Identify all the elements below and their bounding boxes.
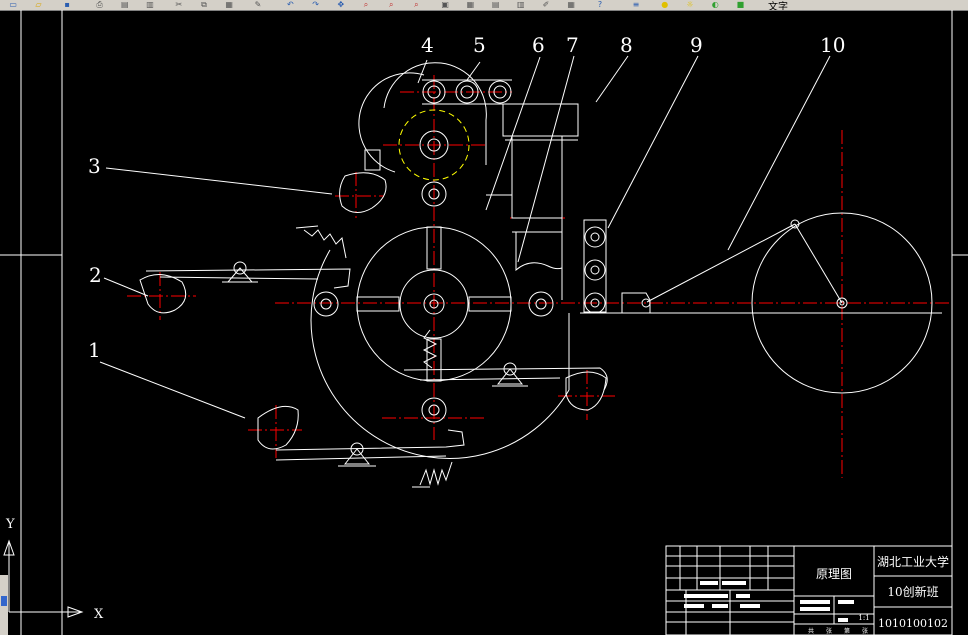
calculator-icon[interactable]: ▦ xyxy=(565,0,577,10)
student-id: 1010100102 xyxy=(878,617,948,630)
design-center-icon[interactable]: ▦ xyxy=(464,0,476,10)
copy-icon[interactable]: ⧉ xyxy=(198,0,210,10)
preview-icon[interactable]: ▤ xyxy=(119,0,131,10)
cut-icon[interactable]: ✂ xyxy=(173,0,185,10)
callout-9: 9 xyxy=(690,33,703,57)
markup-icon[interactable]: ✐ xyxy=(540,0,552,10)
callout-10: 10 xyxy=(820,33,845,57)
zoom-icon[interactable]: ⌕ xyxy=(360,0,372,10)
callout-3: 3 xyxy=(88,154,101,178)
callout-2: 2 xyxy=(89,263,102,287)
publish-icon[interactable]: ▥ xyxy=(144,0,156,10)
bulb-icon[interactable]: ● xyxy=(659,0,671,10)
sun-icon[interactable]: ☼ xyxy=(684,0,696,10)
lock-icon[interactable]: ◐ xyxy=(709,0,721,10)
ucs-y-label: Y xyxy=(5,517,15,532)
scale-value: 1:1 xyxy=(858,614,869,622)
drawing-canvas[interactable]: 1 2 3 4 5 6 7 8 9 10 Y X 原理图 湖北工业大学 10创新… xyxy=(0,10,968,635)
drawing-name: 原理图 xyxy=(816,567,852,581)
footer-cell-3: 第 xyxy=(844,627,850,635)
footer-cell-2: 张 xyxy=(826,627,832,635)
mechanism-geometry xyxy=(99,55,942,488)
print-icon[interactable]: ⎙ xyxy=(94,0,106,10)
class-name: 10创新班 xyxy=(887,584,938,599)
color-swatch-icon[interactable]: ■ xyxy=(734,0,746,10)
footer-cell-4: 张 xyxy=(862,627,868,635)
callout-4: 4 xyxy=(421,33,434,57)
undo-icon[interactable]: ↶ xyxy=(284,0,296,10)
callout-5: 5 xyxy=(473,33,486,57)
left-dock-toolbar[interactable] xyxy=(0,575,8,635)
sheet-set-icon[interactable]: ▥ xyxy=(515,0,527,10)
save-icon[interactable]: ▪ xyxy=(61,0,73,10)
redo-icon[interactable]: ↷ xyxy=(310,0,322,10)
properties-icon[interactable]: ▣ xyxy=(439,0,451,10)
new-icon[interactable]: ▭ xyxy=(7,0,19,10)
title-block: 原理图 湖北工业大学 10创新班 1010100102 1:1 共 张 第 张 xyxy=(665,545,953,635)
tool-palette-icon[interactable]: ▤ xyxy=(490,0,502,10)
callout-8: 8 xyxy=(620,33,633,57)
open-icon[interactable]: ▱ xyxy=(32,0,44,10)
callout-6: 6 xyxy=(532,33,545,57)
school-name: 湖北工业大学 xyxy=(877,554,949,569)
zoom-window-icon[interactable]: ⌕ xyxy=(385,0,397,10)
footer-cell-1: 共 xyxy=(808,627,814,635)
callout-7: 7 xyxy=(566,33,579,57)
ucs-x-label: X xyxy=(94,607,104,622)
pan-icon[interactable]: ✥ xyxy=(335,0,347,10)
paste-icon[interactable]: ▦ xyxy=(223,0,235,10)
layer-icon[interactable]: ≡ xyxy=(630,0,642,10)
match-icon[interactable]: ✎ xyxy=(252,0,264,10)
ucs-icon xyxy=(3,539,84,618)
help-icon[interactable]: ? xyxy=(594,0,606,10)
zoom-prev-icon[interactable]: ⌕ xyxy=(410,0,422,10)
callout-1: 1 xyxy=(88,338,101,362)
